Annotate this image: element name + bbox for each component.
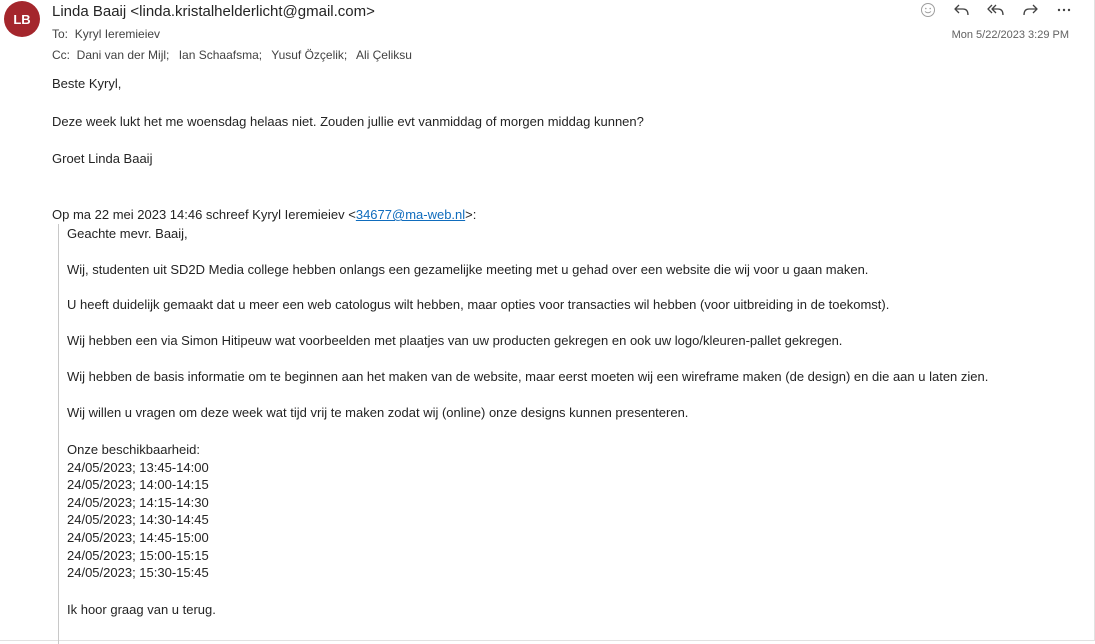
quote-paragraph: Wij hebben de basis informatie om te beg… (67, 369, 989, 384)
cc-recipient[interactable]: Ali Çeliksu (356, 48, 412, 62)
quote-closing: Ik hoor graag van u terug. (67, 602, 216, 617)
sender-avatar[interactable]: LB (4, 1, 40, 37)
avatar-initials: LB (13, 11, 31, 27)
availability-slot: 24/05/2023; 14:30-14:45 (67, 512, 209, 528)
quote-greeting: Geachte mevr. Baaij, (67, 226, 188, 241)
availability-block: Onze beschikbaarheid: 24/05/2023; 13:45-… (67, 441, 209, 582)
availability-slot: 24/05/2023; 15:30-15:45 (67, 565, 209, 581)
quote-paragraph: Wij willen u vragen om deze week wat tij… (67, 405, 689, 420)
cc-line: Cc: Dani van der Mijl; Ian Schaafsma; Yu… (52, 48, 412, 62)
quote-email-link[interactable]: 34677@ma-web.nl (356, 207, 465, 222)
availability-slot: 24/05/2023; 14:45-15:00 (67, 529, 209, 545)
emoji-icon[interactable] (916, 0, 940, 20)
quote-paragraph: U heeft duidelijk gemaakt dat u meer een… (67, 297, 890, 312)
to-recipient[interactable]: Kyryl Ieremieiev (75, 27, 160, 41)
message-greeting: Beste Kyryl, (52, 76, 122, 91)
message-text: Deze week lukt het me woensdag helaas ni… (52, 114, 644, 129)
to-label: To: (52, 27, 69, 41)
availability-slot: 24/05/2023; 14:00-14:15 (67, 477, 209, 493)
cc-label: Cc: (52, 48, 70, 62)
quote-header-prefix: Op ma 22 mei 2023 14:46 schreef Kyryl Ie… (52, 207, 356, 222)
quoted-message: Geachte mevr. Baaij, Wij, studenten uit … (58, 224, 1087, 644)
sent-date: Mon 5/22/2023 3:29 PM (951, 29, 1069, 41)
quote-paragraph: Wij, studenten uit SD2D Media college he… (67, 262, 869, 277)
availability-slot: 24/05/2023; 15:00-15:15 (67, 547, 209, 563)
quote-header: Op ma 22 mei 2023 14:46 schreef Kyryl Ie… (52, 207, 476, 223)
message-signoff: Groet Linda Baaij (52, 151, 153, 166)
message-actions (916, 0, 1076, 20)
reply-all-icon[interactable] (984, 0, 1008, 20)
reply-icon[interactable] (950, 0, 974, 20)
cc-recipient[interactable]: Dani van der Mijl; (77, 48, 170, 62)
cc-recipient[interactable]: Yusuf Özçelik; (271, 48, 347, 62)
email-reading-pane: LB Linda Baaij <linda.kristalhelderlicht… (0, 0, 1095, 644)
more-icon[interactable] (1052, 0, 1076, 20)
cc-recipient[interactable]: Ian Schaafsma; (179, 48, 262, 62)
quote-header-suffix: >: (465, 207, 477, 222)
forward-icon[interactable] (1018, 0, 1042, 20)
availability-slot: 24/05/2023; 13:45-14:00 (67, 459, 209, 475)
quote-paragraph: Wij hebben een via Simon Hitipeuw wat vo… (67, 333, 843, 348)
sender-name[interactable]: Linda Baaij <linda.kristalhelderlicht@gm… (52, 3, 375, 20)
to-line: To: Kyryl Ieremieiev (52, 27, 160, 41)
availability-label: Onze beschikbaarheid: (67, 442, 200, 457)
availability-slot: 24/05/2023; 14:15-14:30 (67, 494, 209, 510)
